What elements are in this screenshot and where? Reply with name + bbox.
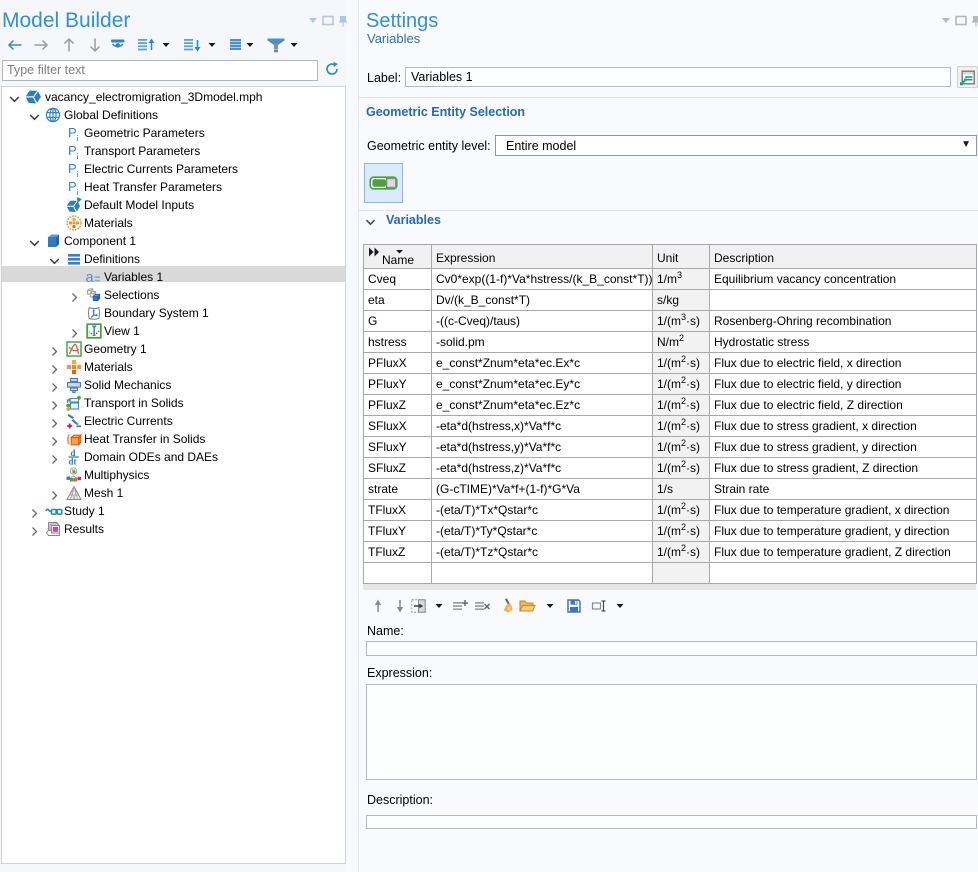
svg-text:¡: ¡ bbox=[76, 186, 79, 195]
svg-text:a: a bbox=[86, 270, 95, 285]
svg-text:¡: ¡ bbox=[76, 132, 79, 141]
svg-text:¡: ¡ bbox=[76, 150, 79, 159]
svg-text:¡: ¡ bbox=[76, 168, 79, 177]
svg-text:dt: dt bbox=[69, 457, 77, 466]
